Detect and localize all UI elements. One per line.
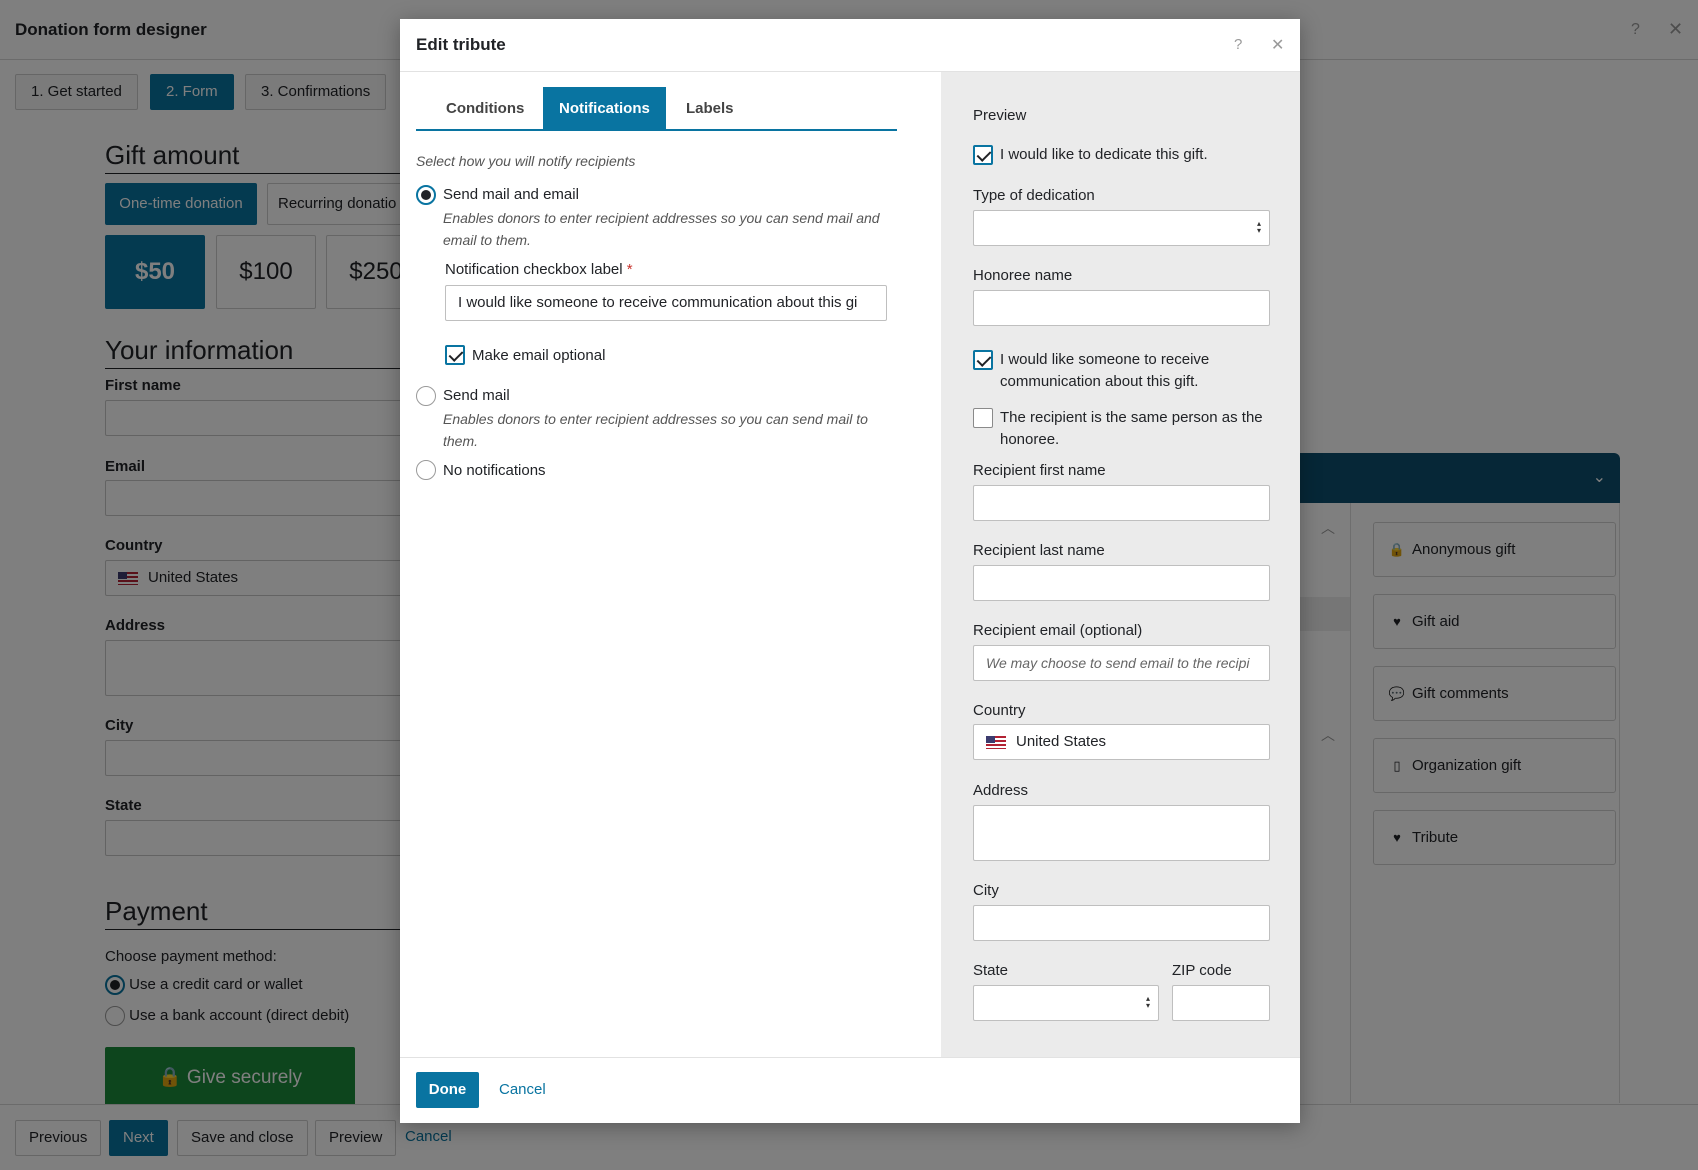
edit-tribute-modal: Edit tribute ? ✕ Conditions Notification… bbox=[400, 19, 1300, 1123]
preview-zip-label: ZIP code bbox=[1172, 962, 1232, 979]
receive-communication-checkbox[interactable] bbox=[973, 350, 993, 370]
preview-city-label: City bbox=[973, 882, 999, 899]
preview-country-label: Country bbox=[973, 702, 1026, 719]
tab-labels[interactable]: Labels bbox=[670, 87, 750, 130]
recipient-first-name-input[interactable] bbox=[973, 485, 1270, 521]
modal-tabs: Conditions Notifications Labels bbox=[416, 87, 897, 131]
preview-state-label: State bbox=[973, 962, 1009, 979]
honoree-name-input[interactable] bbox=[973, 290, 1270, 326]
dedicate-checkbox[interactable] bbox=[973, 145, 993, 165]
same-person-label-line2: honoree. bbox=[1000, 431, 1060, 448]
type-of-dedication-select[interactable] bbox=[973, 210, 1270, 246]
mail-and-email-label[interactable]: Send mail and email bbox=[443, 186, 579, 203]
help-icon[interactable]: ? bbox=[1234, 36, 1242, 53]
mail-desc-line1: Enables donors to enter recipient addres… bbox=[443, 411, 868, 427]
done-button[interactable]: Done bbox=[416, 1072, 479, 1108]
make-email-optional-check[interactable] bbox=[445, 345, 465, 365]
dedicate-check[interactable] bbox=[973, 145, 993, 165]
notification-checkbox-label-input[interactable]: I would like someone to receive communic… bbox=[445, 285, 887, 321]
recipient-first-name-label: Recipient first name bbox=[973, 462, 1106, 479]
mail-radio[interactable] bbox=[416, 386, 436, 406]
modal-cancel-link[interactable]: Cancel bbox=[499, 1081, 546, 1098]
preview-country-select[interactable]: United States bbox=[973, 724, 1270, 760]
tab-notifications[interactable]: Notifications bbox=[543, 87, 666, 130]
type-of-dedication-label: Type of dedication bbox=[973, 187, 1095, 204]
recipient-email-input[interactable]: We may choose to send email to the recip… bbox=[973, 645, 1270, 681]
preview-address-label: Address bbox=[973, 782, 1029, 799]
recipient-email-label: Recipient email (optional) bbox=[973, 622, 1143, 639]
no-notifications-radio[interactable] bbox=[416, 460, 436, 480]
same-person-checkbox[interactable] bbox=[973, 408, 993, 428]
receive-communication-label-line1: I would like someone to receive bbox=[1000, 351, 1210, 368]
preview-address-input[interactable] bbox=[973, 805, 1270, 861]
same-person-label-line1: The recipient is the same person as the bbox=[1000, 409, 1263, 426]
make-email-optional-checkbox[interactable] bbox=[445, 345, 465, 365]
modal-header bbox=[400, 19, 1300, 72]
preview-title: Preview bbox=[973, 107, 1027, 124]
mail-and-email-desc-line1: Enables donors to enter recipient addres… bbox=[443, 210, 880, 226]
mail-and-email-radio[interactable] bbox=[416, 185, 436, 205]
dedicate-label: I would like to dedicate this gift. bbox=[1000, 146, 1208, 163]
mail-label[interactable]: Send mail bbox=[443, 387, 510, 404]
no-notifications-label[interactable]: No notifications bbox=[443, 462, 546, 479]
make-email-optional-label[interactable]: Make email optional bbox=[472, 347, 605, 364]
notification-checkbox-label-title: Notification checkbox label * bbox=[445, 261, 633, 278]
honoree-name-label: Honoree name bbox=[973, 267, 1073, 284]
option-mail-and-email[interactable] bbox=[416, 185, 436, 205]
mail-and-email-desc-line2: email to them. bbox=[443, 232, 531, 248]
same-person-check[interactable] bbox=[973, 408, 993, 428]
receive-communication-label-line2: communication about this gift. bbox=[1000, 373, 1199, 390]
us-flag-icon bbox=[986, 735, 1006, 749]
receive-communication-check[interactable] bbox=[973, 350, 993, 370]
modal-title: Edit tribute bbox=[416, 35, 506, 54]
modal-footer: Done Cancel bbox=[400, 1057, 1300, 1123]
option-mail[interactable] bbox=[416, 386, 436, 406]
notification-checkbox-label-text: Notification checkbox label bbox=[445, 261, 623, 278]
close-icon[interactable]: ✕ bbox=[1271, 35, 1284, 55]
recipient-last-name-label: Recipient last name bbox=[973, 542, 1105, 559]
tab-conditions[interactable]: Conditions bbox=[430, 87, 540, 130]
preview-state-select[interactable] bbox=[973, 985, 1159, 1021]
notify-instruction: Select how you will notify recipients bbox=[416, 153, 636, 169]
option-none[interactable] bbox=[416, 460, 436, 480]
required-mark: * bbox=[626, 261, 633, 278]
preview-city-input[interactable] bbox=[973, 905, 1270, 941]
preview-pane: Preview I would like to dedicate this gi… bbox=[941, 72, 1300, 1057]
preview-zip-input[interactable] bbox=[1172, 985, 1270, 1021]
mail-desc-line2: them. bbox=[443, 433, 479, 449]
preview-country-value: United States bbox=[1016, 733, 1107, 750]
recipient-last-name-input[interactable] bbox=[973, 565, 1270, 601]
